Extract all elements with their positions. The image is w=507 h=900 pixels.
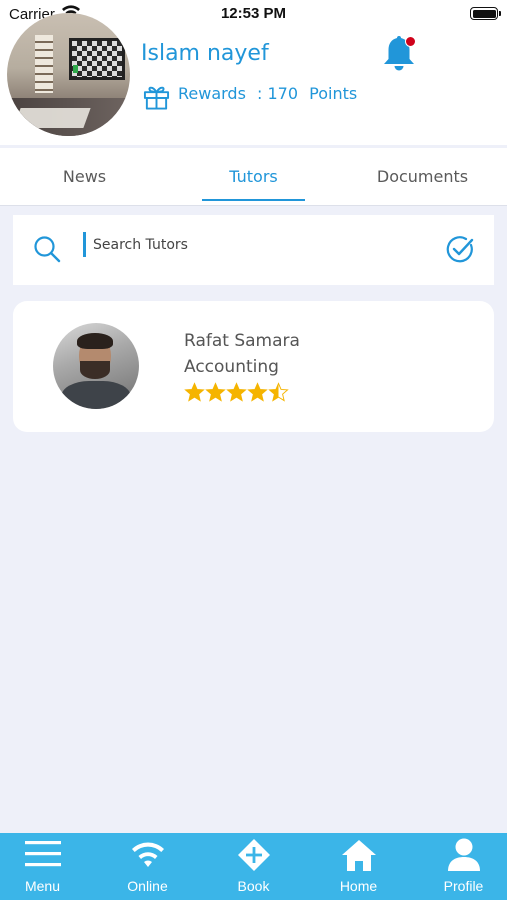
menu-icon (24, 841, 61, 867)
rewards-label: Rewards (178, 84, 246, 103)
star-full-icon (247, 382, 268, 402)
search-tutors-input[interactable] (93, 230, 433, 260)
profile-header: Islam nayef Rewards : 170 Points (0, 13, 507, 145)
nav-book-label: Book (237, 878, 270, 894)
nav-profile-label: Profile (443, 878, 484, 894)
search-bar (13, 215, 494, 285)
nav-online-label: Online (127, 878, 168, 894)
nav-home-label: Home (339, 878, 378, 894)
nav-profile[interactable]: Profile (413, 833, 507, 900)
tutor-subject: Accounting (184, 357, 279, 377)
active-tab-indicator (202, 199, 305, 201)
tutor-rating (184, 381, 289, 405)
star-full-icon (226, 382, 247, 402)
star-half-icon (268, 382, 289, 402)
tutor-name: Rafat Samara (184, 331, 300, 351)
bottom-navigation: Menu Online Book Home Profile (0, 833, 507, 900)
tab-tutors[interactable]: Tutors (169, 148, 338, 206)
nav-online[interactable]: Online (97, 833, 198, 900)
text-cursor (83, 232, 86, 257)
search-icon[interactable] (33, 235, 61, 263)
rewards-unit: Points (309, 84, 358, 103)
star-full-icon (205, 382, 226, 402)
star-full-icon (184, 382, 205, 402)
battery-icon (470, 7, 501, 20)
tab-news[interactable]: News (0, 148, 169, 206)
notification-badge (405, 36, 416, 47)
content-tabs: News Tutors Documents (0, 148, 507, 206)
gift-icon (143, 86, 170, 110)
nav-menu[interactable]: Menu (0, 833, 93, 900)
rewards-value: : 170 (257, 84, 299, 103)
nav-book[interactable]: Book (203, 833, 304, 900)
nav-home[interactable]: Home (308, 833, 409, 900)
check-circle-icon[interactable] (445, 234, 475, 264)
user-avatar[interactable] (7, 13, 130, 136)
user-name: Islam nayef (141, 41, 269, 66)
home-icon (341, 840, 376, 871)
tutor-card[interactable]: Rafat Samara Accounting (13, 301, 494, 432)
tutor-avatar (53, 323, 139, 409)
rewards-summary: Rewards : 170 Points (178, 84, 363, 103)
wifi-icon (131, 842, 164, 867)
nav-menu-label: Menu (24, 878, 61, 894)
book-diamond-icon (237, 839, 270, 871)
profile-icon (447, 838, 480, 871)
tab-documents[interactable]: Documents (338, 148, 507, 206)
